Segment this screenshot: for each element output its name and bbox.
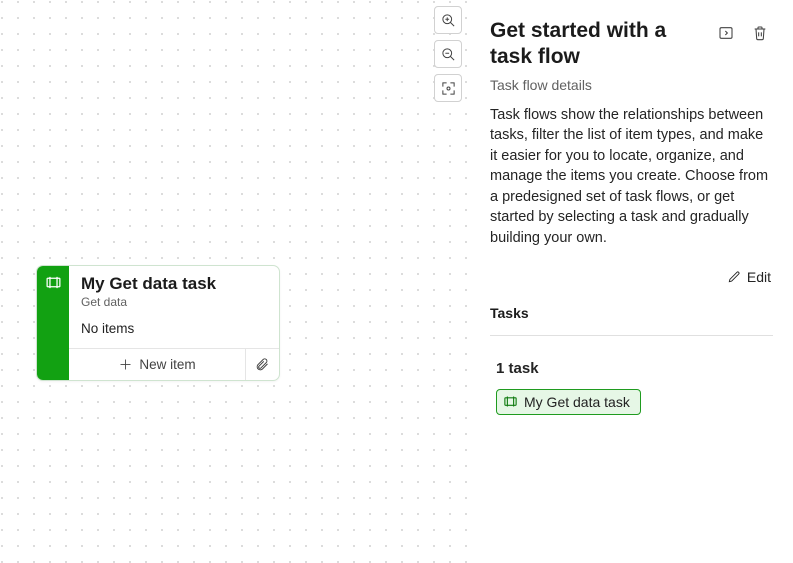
edit-button[interactable]: Edit [725,265,773,289]
task-count: 1 task [496,360,773,377]
trash-icon [752,25,768,41]
task-card-empty-text: No items [81,321,267,336]
task-type-icon [503,394,518,409]
task-chip-label: My Get data task [524,394,630,410]
delete-button[interactable] [747,20,773,46]
zoom-in-button[interactable] [434,6,462,34]
details-panel: Get started with a task flow Task flow d… [468,0,793,563]
open-panel-icon [718,25,734,41]
new-item-button[interactable]: New item [69,349,245,380]
panel-description: Task flows show the relationships betwee… [490,105,773,249]
task-card-title: My Get data task [81,274,267,294]
pencil-icon [727,270,741,284]
new-item-label: New item [139,357,195,372]
edit-label: Edit [747,269,771,285]
attach-icon [255,357,270,372]
zoom-in-icon [441,13,456,28]
task-flow-canvas[interactable]: My Get data task Get data No items New i… [0,0,468,563]
task-card-stripe [37,266,69,380]
task-card-body: My Get data task Get data No items New i… [69,266,279,380]
task-chip[interactable]: My Get data task [496,389,641,415]
task-card[interactable]: My Get data task Get data No items New i… [36,265,280,381]
fit-screen-icon [441,81,456,96]
open-in-panel-button[interactable] [713,20,739,46]
attach-item-button[interactable] [245,349,279,380]
zoom-out-icon [441,47,456,62]
zoom-out-button[interactable] [434,40,462,68]
task-type-icon [45,274,62,291]
fit-to-screen-button[interactable] [434,74,462,102]
zoom-controls [434,6,462,102]
plus-icon [118,357,133,372]
panel-title: Get started with a task flow [490,18,705,71]
task-card-subtitle: Get data [81,295,267,309]
panel-subtitle: Task flow details [490,77,773,93]
tasks-section-label: Tasks [490,305,773,336]
